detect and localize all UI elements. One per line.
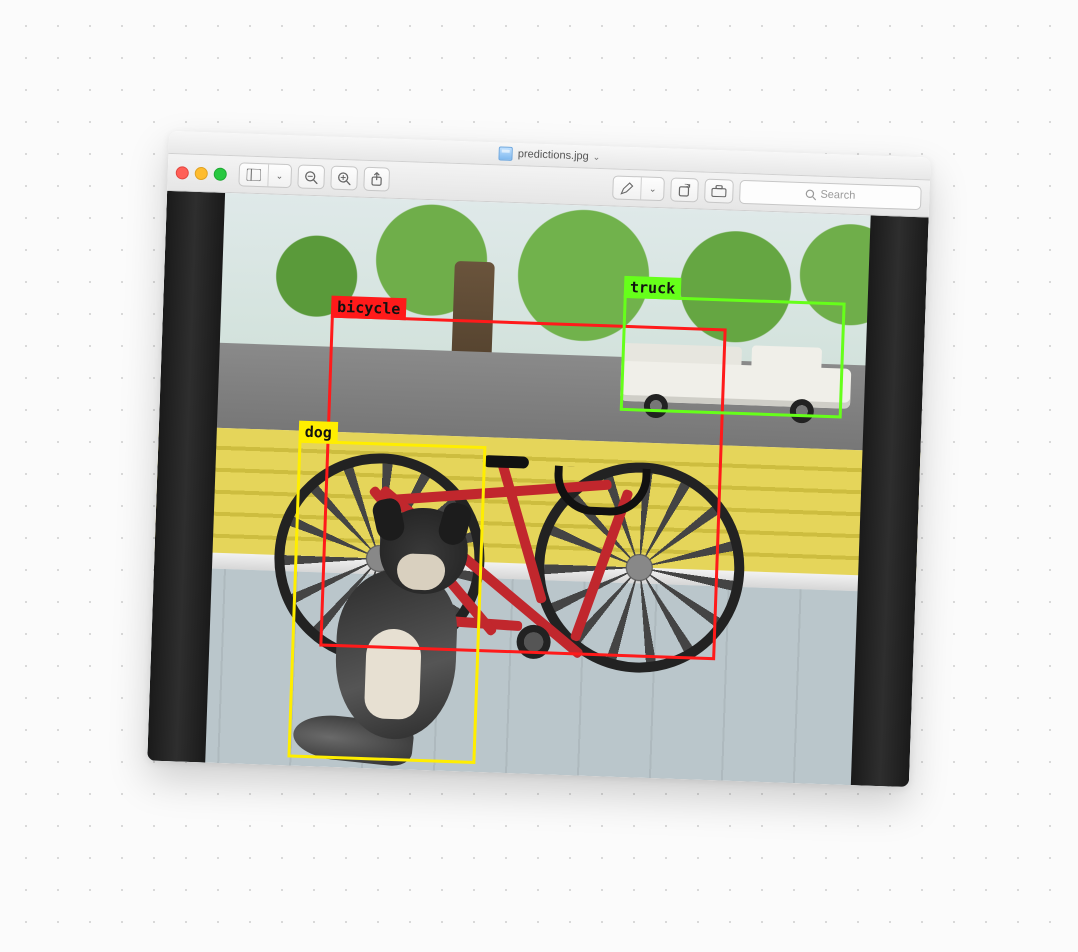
share-button[interactable] [363, 167, 390, 192]
search-placeholder: Search [820, 189, 855, 202]
fullscreen-window-button[interactable] [214, 167, 227, 180]
detection-box-truck: truck [620, 295, 846, 419]
search-icon [805, 189, 816, 200]
pencil-icon [614, 176, 642, 199]
zoom-in-button[interactable] [330, 166, 358, 191]
sidebar-icon [239, 163, 268, 186]
chevron-down-icon: ⌄ [641, 177, 664, 200]
detection-label-truck: truck [624, 276, 682, 300]
markup-button[interactable]: ⌄ [613, 175, 665, 201]
share-icon [370, 172, 382, 186]
rotate-icon [677, 183, 691, 196]
toolbox-button[interactable] [704, 179, 734, 204]
zoom-out-button[interactable] [297, 164, 325, 189]
traffic-lights [176, 166, 227, 181]
chevron-down-icon: ⌄ [267, 164, 290, 187]
image-file-icon [499, 146, 513, 160]
toolbox-icon [711, 185, 726, 198]
detection-label-bicycle: bicycle [331, 296, 407, 321]
search-field[interactable]: Search [739, 180, 922, 210]
zoom-out-icon [304, 170, 317, 183]
zoom-in-icon [337, 171, 350, 184]
preview-window: predictions.jpg ⌄ ⌄ ⌄ [147, 131, 931, 787]
image-viewport[interactable]: bicycle dog truck [147, 191, 928, 787]
sidebar-toggle-button[interactable]: ⌄ [238, 162, 291, 188]
detection-label-dog: dog [298, 421, 338, 444]
close-window-button[interactable] [176, 166, 189, 179]
title-dropdown-icon[interactable]: ⌄ [593, 151, 601, 162]
window-title: predictions.jpg [518, 148, 589, 162]
minimize-window-button[interactable] [195, 166, 208, 179]
rotate-button[interactable] [670, 177, 699, 202]
detection-box-dog: dog [287, 440, 486, 764]
